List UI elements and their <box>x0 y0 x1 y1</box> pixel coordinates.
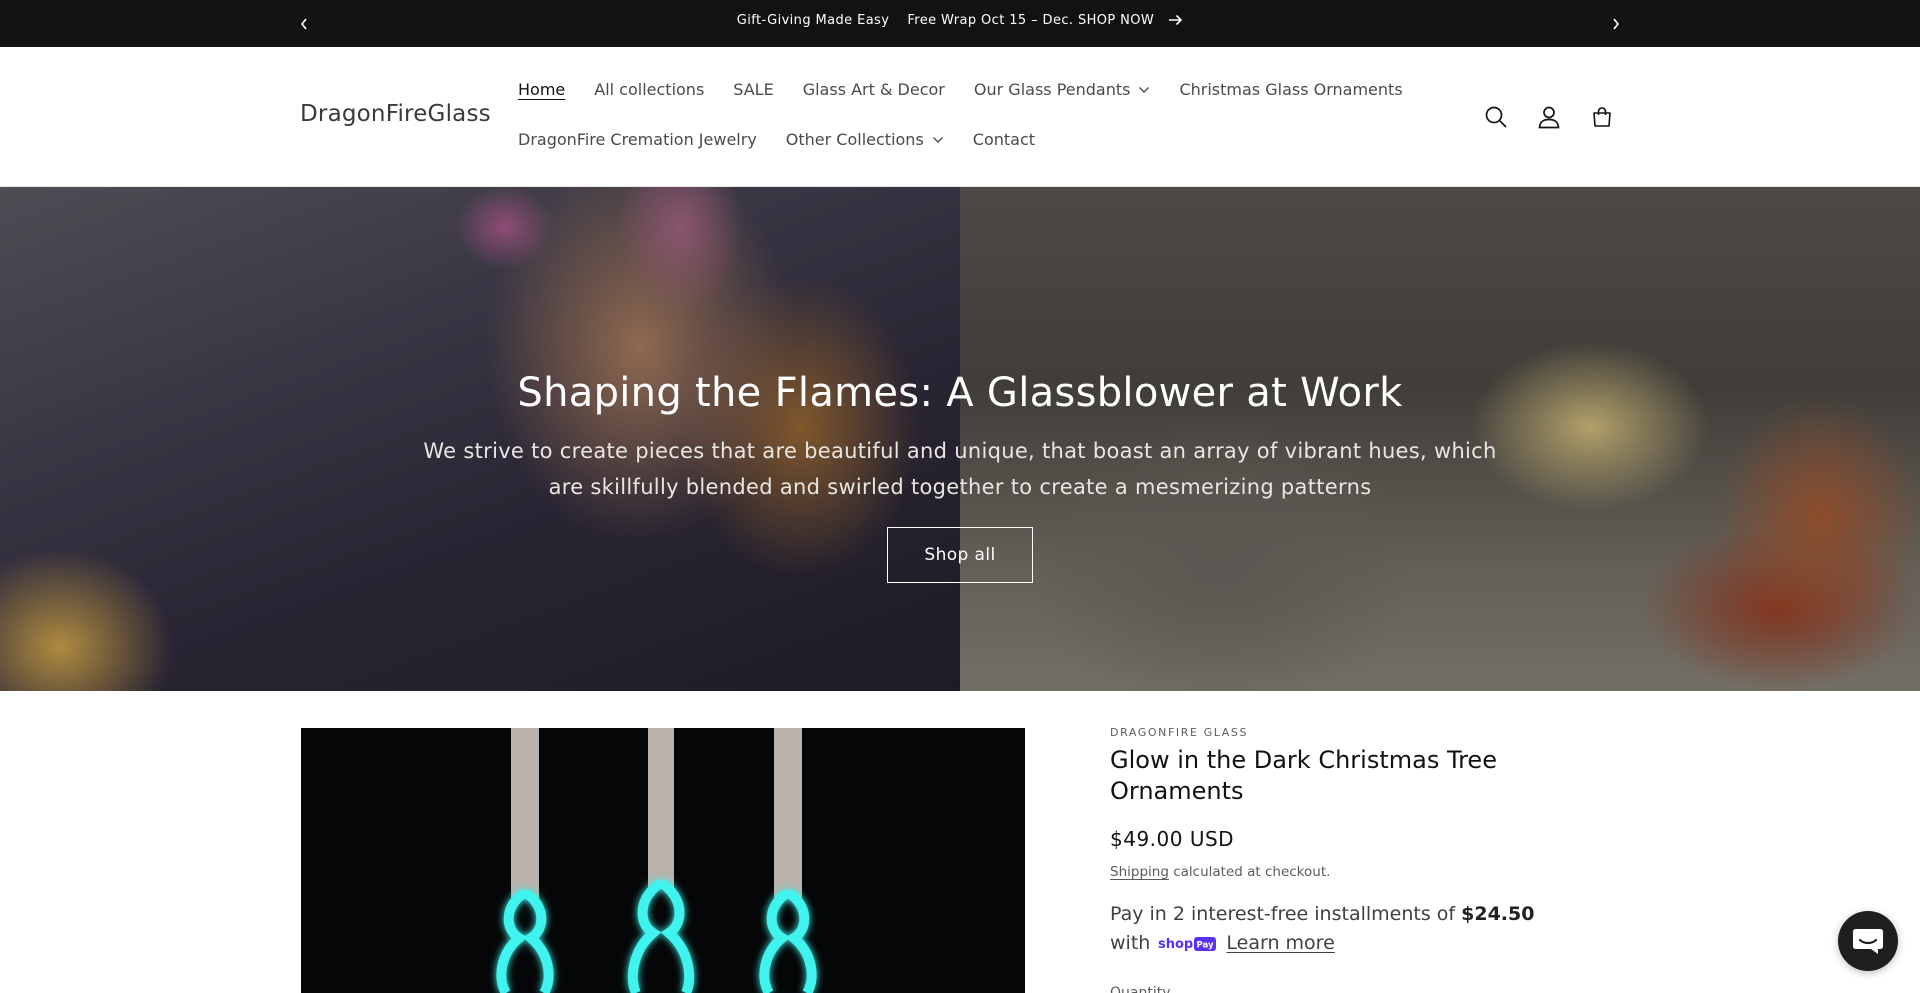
header-icons <box>1476 99 1635 135</box>
search-icon <box>1485 106 1507 128</box>
chevron-right-icon <box>1613 18 1620 30</box>
announcement-message[interactable]: Gift-Giving Made Easy Free Wrap Oct 15 –… <box>0 0 1920 40</box>
site-header: DragonFireGlass Home All collections SAL… <box>0 47 1920 187</box>
search-button[interactable] <box>1476 99 1516 135</box>
quantity-label: Quantity <box>1110 985 1171 993</box>
nav-all-collections[interactable]: All collections <box>594 80 704 99</box>
product-info: DRAGONFIRE GLASS Glow in the Dark Christ… <box>1110 726 1550 993</box>
announcement-next-button[interactable] <box>1602 10 1630 38</box>
nav-glass-art-decor[interactable]: Glass Art & Decor <box>803 80 945 99</box>
installments-text: Pay in 2 interest-free installments of <box>1110 903 1462 925</box>
nav-cremation-jewelry[interactable]: DragonFire Cremation Jewelry <box>518 130 757 149</box>
announcement-bar: Gift-Giving Made Easy Free Wrap Oct 15 –… <box>0 0 1920 47</box>
chevron-down-icon <box>1138 86 1150 94</box>
product-price: $49.00 USD <box>1110 827 1235 851</box>
chat-icon <box>1853 929 1883 954</box>
account-icon <box>1538 106 1560 129</box>
hero-banner: Shaping the Flames: A Glassblower at Wor… <box>0 187 1920 691</box>
svg-text:Pay: Pay <box>1197 940 1214 950</box>
svg-text:shop: shop <box>1158 937 1193 952</box>
installments-with: with <box>1110 932 1151 954</box>
nav-our-glass-pendants[interactable]: Our Glass Pendants <box>974 80 1151 99</box>
announcement-text-2[interactable]: Free Wrap Oct 15 – Dec. SHOP NOW <box>907 13 1154 28</box>
cart-button[interactable] <box>1582 99 1622 135</box>
cart-icon <box>1593 107 1611 127</box>
shipping-link[interactable]: Shipping <box>1110 864 1169 880</box>
installments-note: Pay in 2 interest-free installments of $… <box>1110 900 1550 958</box>
shop-pay-logo: shop Pay <box>1158 935 1217 953</box>
hero-content: Shaping the Flames: A Glassblower at Wor… <box>0 187 1920 691</box>
product-image[interactable] <box>301 728 1025 993</box>
nav-other-collections-label: Other Collections <box>785 130 924 149</box>
hero-title: Shaping the Flames: A Glassblower at Wor… <box>517 370 1403 416</box>
learn-more-link[interactable]: Learn more <box>1226 932 1334 954</box>
chevron-down-icon <box>932 136 944 144</box>
nav-other-collections[interactable]: Other Collections <box>786 130 944 149</box>
arrow-right-icon <box>1168 14 1183 26</box>
shipping-note: Shipping calculated at checkout. <box>1110 864 1550 880</box>
shop-all-button[interactable]: Shop all <box>887 527 1033 583</box>
nav-contact[interactable]: Contact <box>973 130 1035 149</box>
product-title: Glow in the Dark Christmas Tree Ornament… <box>1110 746 1497 805</box>
ornament-illustration <box>496 728 817 993</box>
shipping-text: calculated at checkout. <box>1168 864 1331 880</box>
installments-amount: $24.50 <box>1461 903 1535 925</box>
nav-christmas-glass-ornaments[interactable]: Christmas Glass Ornaments <box>1179 80 1402 99</box>
site-logo[interactable]: DragonFireGlass <box>300 101 491 127</box>
nav-home[interactable]: Home <box>518 80 565 99</box>
nav-sale[interactable]: SALE <box>733 80 773 99</box>
nav-our-glass-pendants-label: Our Glass Pendants <box>973 80 1131 99</box>
product-vendor: DRAGONFIRE GLASS <box>1110 726 1249 739</box>
account-button[interactable] <box>1529 99 1569 135</box>
announcement-text-1: Gift-Giving Made Easy <box>736 12 890 28</box>
hero-text: We strive to create pieces that are beau… <box>423 439 1497 499</box>
nav-row-2: DragonFire Cremation Jewelry Other Colle… <box>518 130 1064 149</box>
chat-button[interactable] <box>1838 911 1898 971</box>
nav-row-1: Home All collections SALE Glass Art & De… <box>518 80 1432 99</box>
